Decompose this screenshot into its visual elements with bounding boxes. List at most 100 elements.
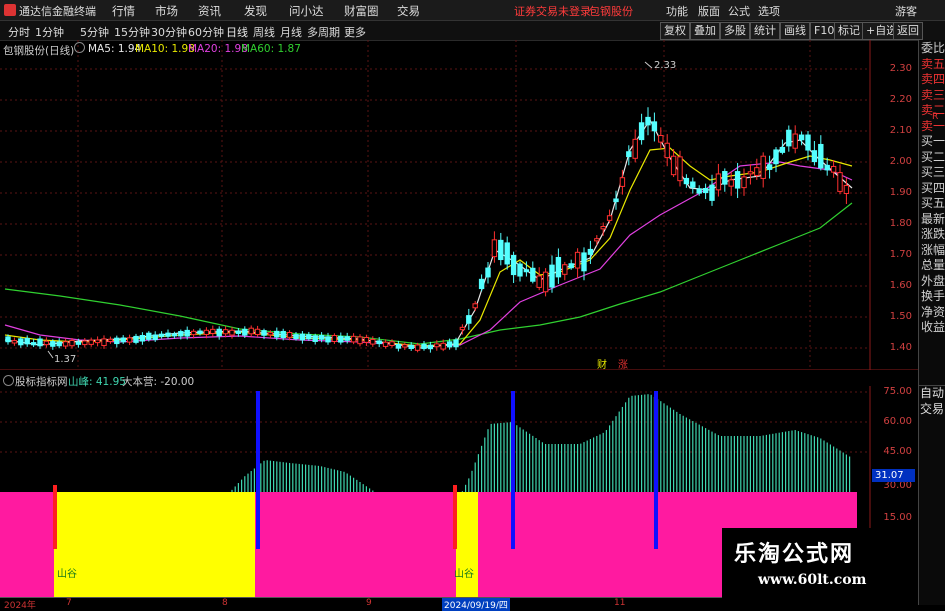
- candles: [5, 107, 850, 353]
- btn-stats[interactable]: 统计: [750, 22, 780, 40]
- candle-body: [485, 267, 491, 278]
- candle-body: [107, 338, 114, 342]
- candle-body: [190, 330, 197, 336]
- candle-body: [837, 172, 843, 192]
- btn-overlay[interactable]: 叠加: [690, 22, 720, 40]
- candle-body: [402, 344, 408, 348]
- candle-body: [549, 264, 555, 288]
- side-item[interactable]: 买五: [921, 196, 945, 212]
- btn-draw[interactable]: 画线: [780, 22, 810, 40]
- btn-restore-rights[interactable]: 复权: [660, 22, 690, 40]
- menu-markets[interactable]: 市场: [155, 3, 178, 19]
- candle-body: [760, 155, 766, 179]
- period-monthly[interactable]: 月线: [280, 24, 302, 40]
- candle-body: [830, 165, 837, 173]
- side-item[interactable]: 涨跌: [921, 227, 945, 243]
- side-item[interactable]: 买三: [921, 165, 945, 181]
- period-intraday[interactable]: 分时: [8, 24, 30, 40]
- indicator-settings-icon[interactable]: [3, 375, 14, 386]
- candle-body: [453, 339, 459, 348]
- event-mark-limitup[interactable]: 涨: [618, 359, 628, 370]
- candle-body: [171, 333, 178, 337]
- candle-body: [37, 338, 43, 347]
- side-item[interactable]: 卖三: [921, 88, 945, 104]
- period-15min[interactable]: 15分钟: [114, 24, 150, 40]
- side-item[interactable]: 买四: [921, 181, 945, 197]
- menu-news[interactable]: 资讯: [198, 3, 221, 19]
- menu-guest[interactable]: 游客: [895, 3, 917, 19]
- candle-body: [440, 342, 446, 350]
- period-multi[interactable]: 多周期: [307, 24, 340, 40]
- candle-body: [747, 171, 754, 175]
- period-60min[interactable]: 60分钟: [188, 24, 224, 40]
- side-panel-list: 委比 卖五 卖四 卖三 卖二 卖一 买一 买二 买三 买四 买五 最新 涨跌 涨幅 总量 外盘 换手 净资 收益: [919, 41, 945, 336]
- candle-body: [734, 171, 741, 189]
- candle-body: [101, 338, 107, 347]
- candle-body: [248, 327, 254, 335]
- side-trade[interactable]: 交易: [920, 402, 944, 418]
- candle-body: [498, 239, 504, 261]
- candle-body: [210, 328, 216, 334]
- candle-body: [581, 252, 587, 272]
- menu-options[interactable]: 选项: [758, 3, 780, 19]
- side-item[interactable]: 委比: [921, 41, 945, 57]
- menu-layout[interactable]: 版面: [698, 3, 720, 19]
- candlestick-chart[interactable]: 2.33 1.37 财 涨: [0, 40, 918, 370]
- side-item[interactable]: 涨幅: [921, 243, 945, 259]
- event-mark-finance[interactable]: 财: [597, 358, 607, 370]
- period-5min[interactable]: 5分钟: [80, 24, 109, 40]
- red-stick: [53, 485, 57, 549]
- candle-body: [696, 188, 702, 194]
- menu-formula[interactable]: 公式: [728, 3, 750, 19]
- period-30min[interactable]: 30分钟: [151, 24, 187, 40]
- menu-discover[interactable]: 发现: [244, 3, 267, 19]
- candle-body: [427, 344, 434, 350]
- menu-trade[interactable]: 交易: [397, 3, 420, 19]
- period-1min[interactable]: 1分钟: [35, 24, 64, 40]
- candle-body: [363, 336, 370, 343]
- candle-body: [178, 331, 184, 337]
- candle-body: [574, 251, 581, 269]
- menu-wealth[interactable]: 财富圈: [344, 3, 379, 19]
- candle-body: [472, 303, 478, 309]
- login-warning[interactable]: 证券交易未登录: [514, 3, 591, 19]
- btn-back[interactable]: 返回: [893, 22, 923, 40]
- period-daily[interactable]: 日线: [226, 24, 248, 40]
- side-item[interactable]: 最新: [921, 212, 945, 228]
- side-item[interactable]: 外盘: [921, 274, 945, 290]
- y-tick: 1.70: [889, 249, 912, 260]
- watermark-url: www.60lt.com: [758, 572, 867, 588]
- candle-body: [811, 150, 818, 163]
- candle-body: [382, 341, 389, 347]
- candle-body: [606, 215, 613, 221]
- stock-title: 包钢股份: [589, 5, 633, 18]
- y-tick: 1.90: [889, 187, 912, 198]
- side-item[interactable]: 买二: [921, 150, 945, 166]
- blue-stick: [511, 391, 515, 549]
- side-auto[interactable]: 自动: [920, 386, 944, 402]
- ma5-line: [4, 118, 853, 349]
- btn-multi-stock[interactable]: 多股: [720, 22, 750, 40]
- candle-body: [376, 340, 382, 345]
- side-item[interactable]: 收益: [921, 320, 945, 336]
- candle-body: [280, 330, 286, 339]
- period-weekly[interactable]: 周线: [253, 24, 275, 40]
- side-item[interactable]: 净资: [921, 305, 945, 321]
- candle-body: [510, 254, 517, 276]
- candle-body: [491, 239, 498, 258]
- menu-function[interactable]: 功能: [666, 3, 688, 19]
- side-item[interactable]: 换手: [921, 289, 945, 305]
- candle-body: [619, 177, 626, 187]
- candle-body: [370, 338, 376, 345]
- menu-ask[interactable]: 问小达: [289, 3, 324, 19]
- menu-market[interactable]: 行情: [112, 3, 135, 19]
- side-item[interactable]: 卖五: [921, 57, 945, 73]
- candle-body: [677, 156, 683, 182]
- y-tick: 2.00: [889, 156, 912, 167]
- side-item[interactable]: 买一: [921, 134, 945, 150]
- btn-mark[interactable]: 标记: [834, 22, 864, 40]
- date-label: 8: [222, 598, 228, 608]
- period-more[interactable]: 更多: [344, 24, 366, 40]
- side-item[interactable]: 卖四: [921, 72, 945, 88]
- side-item[interactable]: 总量: [921, 258, 945, 274]
